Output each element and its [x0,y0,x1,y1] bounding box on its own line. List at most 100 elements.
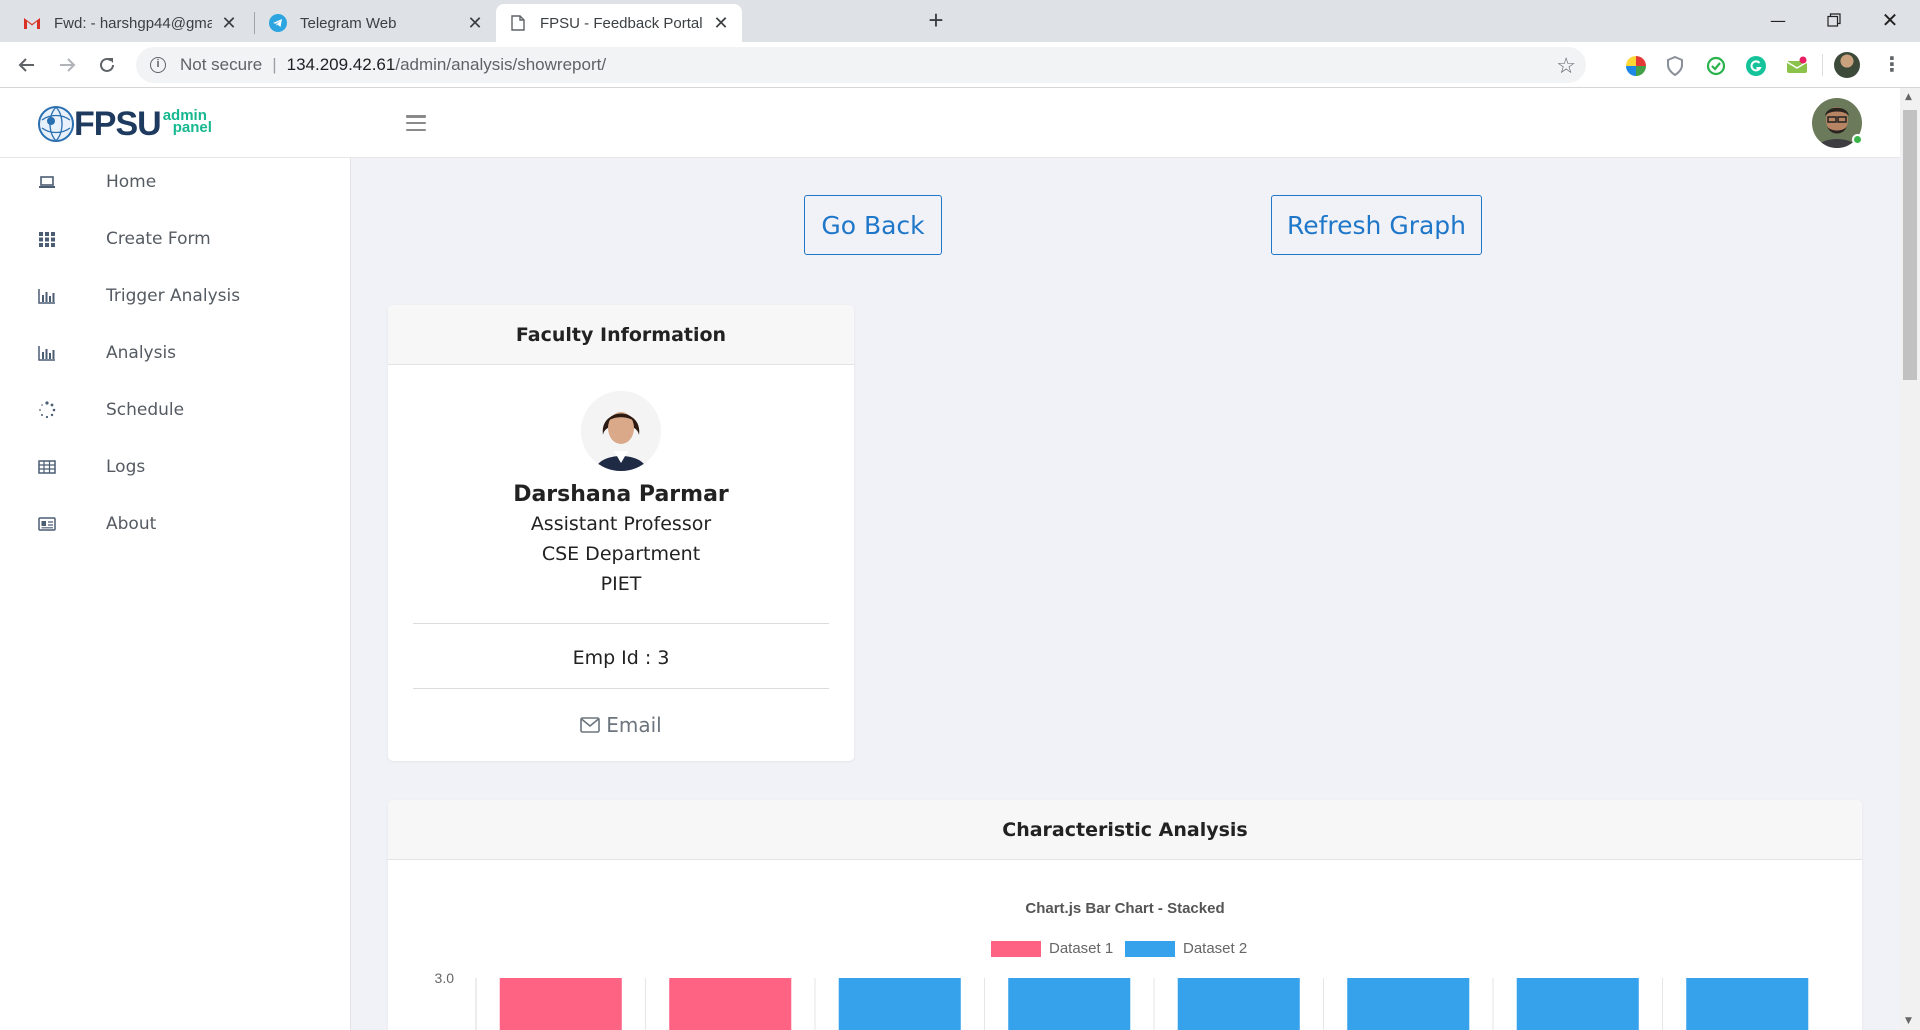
faculty-department: CSE Department [541,543,701,565]
envelope-icon [580,717,601,733]
faculty-institute: PIET [600,573,642,595]
sidebar-item-label: Analysis [106,343,177,363]
id-card-icon [38,517,56,531]
tab-divider [254,12,255,34]
chart-bar[interactable] [499,978,622,1030]
sidebar-item-label: Trigger Analysis [106,286,241,306]
faculty-designation: Assistant Professor [530,513,712,535]
y-tick-label: 3.0 [435,970,455,986]
chart-bar[interactable] [1008,978,1131,1030]
online-status-dot [1852,134,1863,145]
address-bar[interactable]: i Not secure | 134.209.42.61 /admin/anal… [136,47,1586,83]
sidebar-item-logs[interactable]: Logs [0,443,350,491]
new-tab-button[interactable]: + [922,6,950,34]
logo-subtitle: admin panel [163,108,212,136]
faculty-photo [581,391,661,471]
page-scrollbar[interactable]: ▲ ▼ [1900,88,1920,1030]
bar-chart-icon [38,289,55,304]
card-header: Faculty Information [388,305,854,365]
restore-icon[interactable] [1806,0,1862,40]
legend-item-dataset-1[interactable]: Dataset 1 [991,940,1113,957]
browser-menu-icon[interactable]: ⋮ [1882,54,1902,74]
legend-swatch [991,940,1041,957]
spinner-icon [39,401,56,419]
email-link[interactable]: Email [388,713,854,737]
tab-telegram[interactable]: Telegram Web ✕ [256,4,496,42]
fpsu-logo[interactable]: FPSU admin panel [36,104,212,144]
mail-extension-icon[interactable] [1786,56,1808,76]
chart-bar[interactable] [1347,978,1470,1030]
back-icon[interactable] [12,50,42,80]
reload-icon[interactable] [92,50,122,80]
chart-bar[interactable] [1177,978,1300,1030]
check-circle-icon[interactable] [1706,56,1726,76]
legend-label: Dataset 2 [1183,940,1248,957]
security-label: Not secure [180,55,263,74]
go-back-button[interactable]: Go Back [804,195,942,255]
globe-logo-icon [38,106,74,142]
tab-title: Telegram Web [300,14,397,32]
scroll-down-arrow-icon[interactable]: ▼ [1905,1016,1912,1026]
shield-icon[interactable] [1666,55,1686,77]
chart-bar[interactable] [669,978,792,1030]
tab-fpsu[interactable]: FPSU - Feedback Portal System fo ✕ [496,4,742,42]
email-label: Email [606,713,662,737]
laptop-icon [39,176,55,188]
divider [413,623,829,624]
main-content: Go Back Refresh Graph Faculty Informatio… [351,158,1900,1030]
hamburger-menu-icon[interactable] [406,115,426,131]
sidebar-item-schedule[interactable]: Schedule [0,386,350,434]
tab-title: FPSU - Feedback Portal System fo [540,14,704,32]
chart-bar[interactable] [838,978,961,1030]
sidebar-item-create-form[interactable]: Create Form [0,215,350,263]
browser-tab-strip: Fwd: - harshgp44@gmail.com - G ✕ Telegra… [0,0,1920,42]
legend-label: Dataset 1 [1049,940,1114,957]
tab-title: Fwd: - harshgp44@gmail.com - G [54,14,212,32]
chart-bar[interactable] [1686,978,1809,1030]
telegram-icon [268,13,288,33]
bar-chart: 3.0 [435,970,1809,1030]
profile-avatar[interactable] [1834,52,1860,78]
minimize-icon[interactable]: — [1750,0,1806,40]
sidebar-item-label: About [106,514,157,534]
sidebar-item-label: Home [106,172,157,192]
info-icon[interactable]: i [150,57,166,73]
app-header: FPSU admin panel [0,88,1900,158]
legend-item-dataset-2[interactable]: Dataset 2 [1125,940,1247,957]
page-icon [508,13,528,33]
sidebar-item-trigger-analysis[interactable]: Trigger Analysis [0,272,350,320]
scroll-up-arrow-icon[interactable]: ▲ [1905,92,1912,102]
table-icon [38,460,56,474]
card-header: Characteristic Analysis [388,800,1862,860]
forward-icon[interactable] [52,50,82,80]
faculty-name: Darshana Parmar [513,482,729,507]
bookmark-star-icon[interactable]: ☆ [1556,53,1576,79]
legend-swatch [1125,940,1175,957]
grammarly-icon[interactable] [1746,56,1766,76]
refresh-graph-button[interactable]: Refresh Graph [1271,195,1482,255]
sidebar-item-label: Create Form [106,229,211,249]
tab-gmail[interactable]: Fwd: - harshgp44@gmail.com - G ✕ [10,4,250,42]
divider [413,688,829,689]
url-host: 134.209.42.61 [286,55,396,74]
scrollbar-thumb[interactable] [1903,110,1917,380]
logo-sub-panel: panel [172,119,212,136]
toolbar-divider [1822,54,1823,76]
sidebar-item-label: Logs [106,457,146,477]
window-close-icon[interactable]: ✕ [1862,0,1918,40]
bar-chart-icon [38,346,55,361]
sidebar-item-about[interactable]: About [0,500,350,548]
extension-icon[interactable] [1626,56,1646,76]
logo-text: FPSU [74,104,162,143]
sidebar-item-label: Schedule [106,400,185,420]
close-icon[interactable]: ✕ [712,13,730,34]
close-icon[interactable]: ✕ [220,13,238,34]
sidebar-item-home[interactable]: Home [0,158,350,206]
chart-bar[interactable] [1516,978,1639,1030]
url-path: /admin/analysis/showreport/ [395,55,607,74]
sidebar-item-analysis[interactable]: Analysis [0,329,350,377]
characteristic-analysis-card: Characteristic Analysis Chart.js Bar Cha… [388,800,1862,1030]
chart-title: Chart.js Bar Chart - Stacked [1025,900,1225,917]
sidebar: Home Create Form Trigger Analysis Analys… [0,158,351,1030]
close-icon[interactable]: ✕ [466,13,484,34]
